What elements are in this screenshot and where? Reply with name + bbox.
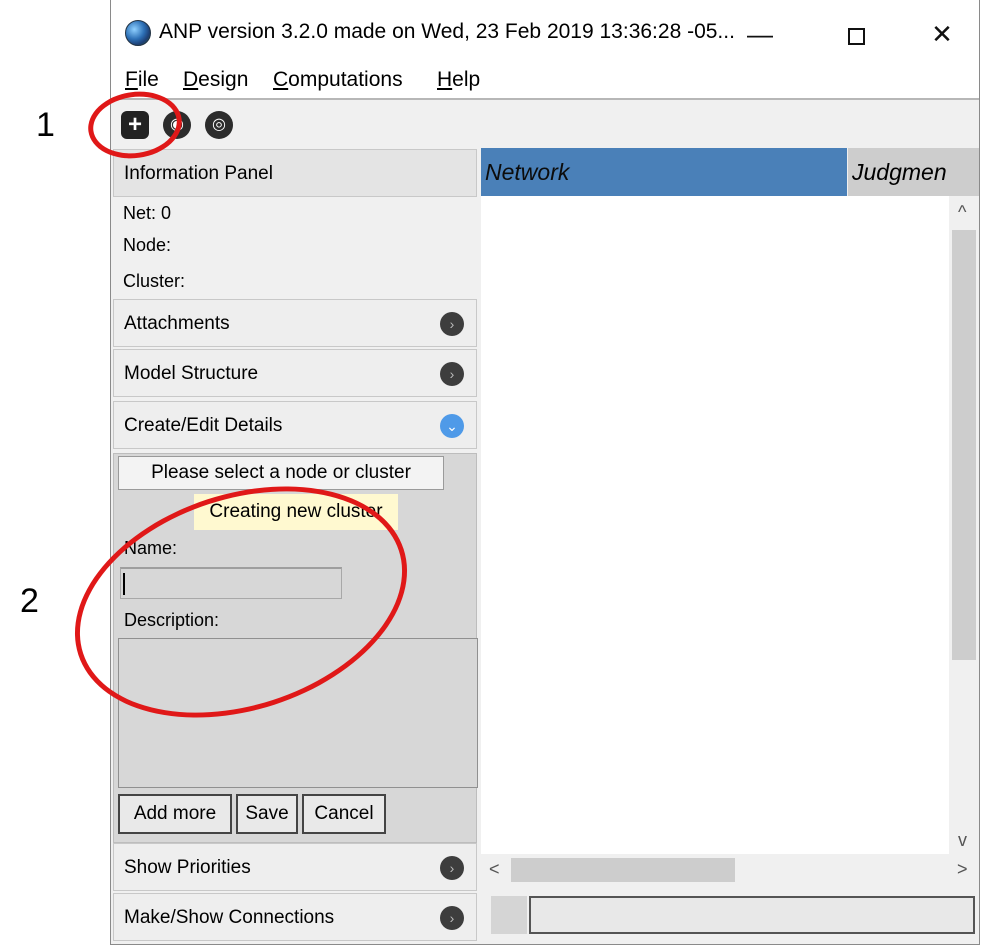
- add-more-button[interactable]: Add more: [118, 794, 232, 834]
- menu-bar: File Design Computations Help: [111, 66, 979, 98]
- scroll-right-icon[interactable]: >: [957, 859, 968, 880]
- model-structure-header[interactable]: Model Structure ›: [113, 349, 477, 397]
- status-area: [481, 886, 979, 944]
- chevron-right-icon: ›: [440, 906, 464, 930]
- create-edit-details-header[interactable]: Create/Edit Details ⌄: [113, 401, 477, 449]
- scroll-down-icon[interactable]: v: [958, 830, 967, 851]
- tab-network[interactable]: Network: [481, 148, 847, 196]
- show-priorities-header[interactable]: Show Priorities ›: [113, 843, 477, 891]
- vertical-scrollbar[interactable]: ^ v: [949, 196, 979, 854]
- zoom-button[interactable]: ◎: [205, 111, 233, 139]
- create-edit-label: Create/Edit Details: [124, 415, 283, 436]
- status-field: [529, 896, 975, 934]
- horizontal-scroll-thumb[interactable]: [511, 858, 735, 882]
- menu-computations[interactable]: Computations: [273, 68, 403, 92]
- cluster-info: Cluster:: [123, 271, 186, 291]
- status-corner: [491, 896, 527, 934]
- menu-design[interactable]: Design: [183, 68, 248, 92]
- window-title: ANP version 3.2.0 made on Wed, 23 Feb 20…: [159, 20, 735, 43]
- close-button[interactable]: ✕: [919, 16, 965, 52]
- selection-status: Please select a node or cluster: [118, 456, 444, 490]
- magnifier-icon: ◎: [212, 116, 226, 133]
- title-bar: ANP version 3.2.0 made on Wed, 23 Feb 20…: [111, 0, 979, 66]
- save-button[interactable]: Save: [236, 794, 298, 834]
- information-panel-header[interactable]: Information Panel: [113, 149, 477, 197]
- menu-help[interactable]: Help: [437, 68, 480, 92]
- menu-file[interactable]: File: [125, 68, 159, 92]
- scroll-up-icon[interactable]: ^: [958, 202, 966, 223]
- node-info: Node:: [123, 235, 172, 255]
- annotation-number-2: 2: [20, 582, 39, 620]
- network-canvas[interactable]: [481, 196, 949, 854]
- toolbar: + ◉ ◎: [111, 98, 979, 146]
- minimize-button[interactable]: —: [737, 16, 783, 52]
- attachments-label: Attachments: [124, 313, 230, 334]
- annotation-number-1: 1: [36, 106, 55, 144]
- app-window: ANP version 3.2.0 made on Wed, 23 Feb 20…: [110, 0, 980, 945]
- chevron-right-icon: ›: [440, 312, 464, 336]
- chevron-down-icon: ⌄: [440, 414, 464, 438]
- net-info: Net: 0: [123, 203, 172, 223]
- chevron-right-icon: ›: [440, 362, 464, 386]
- scroll-left-icon[interactable]: <: [489, 859, 500, 880]
- tab-judgments[interactable]: Judgmen: [848, 148, 979, 196]
- horizontal-scrollbar[interactable]: < >: [481, 854, 979, 886]
- make-connections-label: Make/Show Connections: [124, 907, 335, 928]
- maximize-icon: [847, 27, 865, 45]
- vertical-scroll-thumb[interactable]: [952, 230, 976, 660]
- globe-icon: [125, 20, 151, 46]
- cancel-button[interactable]: Cancel: [302, 794, 386, 834]
- chevron-right-icon: ›: [440, 856, 464, 880]
- attachments-header[interactable]: Attachments ›: [113, 299, 477, 347]
- model-structure-label: Model Structure: [124, 363, 259, 384]
- make-show-connections-header[interactable]: Make/Show Connections ›: [113, 893, 477, 941]
- show-priorities-label: Show Priorities: [124, 857, 251, 878]
- maximize-button[interactable]: [833, 16, 879, 52]
